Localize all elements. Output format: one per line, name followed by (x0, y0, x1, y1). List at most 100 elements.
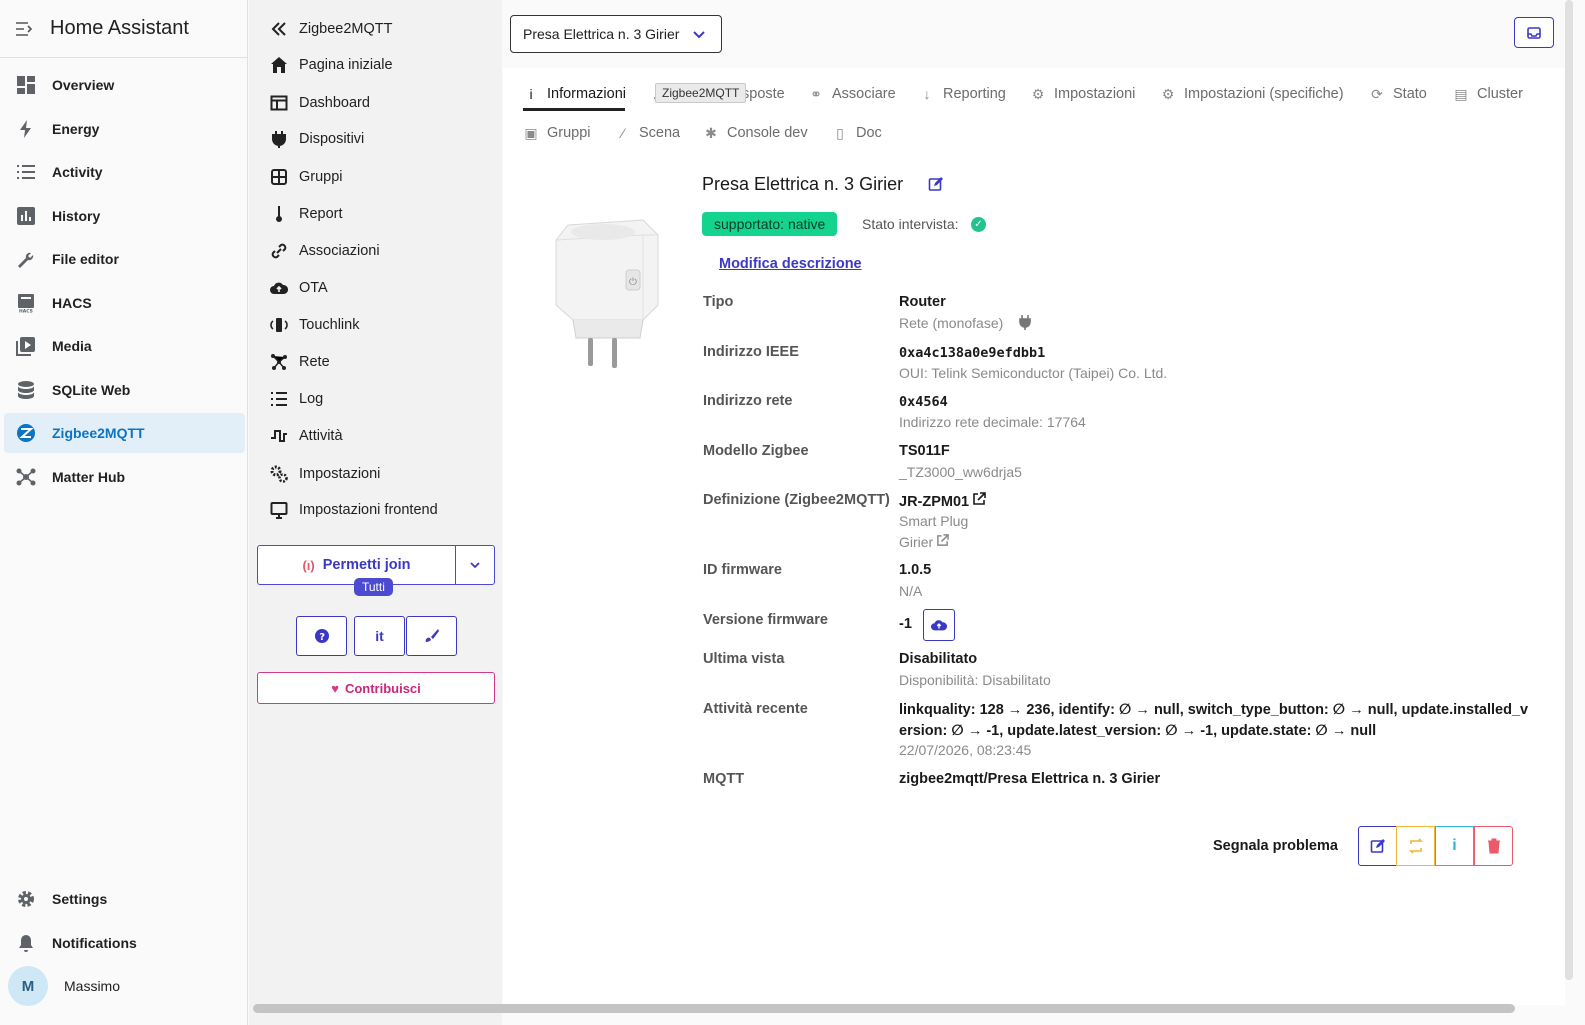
chevron-down-icon (470, 562, 480, 569)
help-button[interactable]: ? (296, 616, 347, 656)
interview-button[interactable]: i (1435, 826, 1474, 866)
z2m-nav-touchlink[interactable]: Touchlink (269, 310, 359, 340)
wrench-icon (14, 247, 38, 271)
tab-clusters[interactable]: ▤ Cluster (1453, 82, 1523, 106)
z2m-nav-label: Gruppi (299, 169, 343, 185)
permit-join-label: Permetti join (322, 557, 411, 573)
file-icon: ▤ (1454, 85, 1468, 102)
device-select[interactable]: Presa Elettrica n. 3 Girier (510, 15, 722, 53)
z2m-nav-settings[interactable]: Impostazioni (269, 459, 380, 489)
chevron-down-icon (693, 31, 705, 39)
sidebar-item-overview[interactable]: Overview (4, 65, 245, 105)
svg-text:?: ? (319, 632, 325, 643)
hacs-icon: HACS (14, 291, 38, 315)
z2m-nav-network[interactable]: Rete (269, 347, 330, 377)
sidebar-item-file-editor[interactable]: File editor (4, 239, 245, 279)
rename-device-button[interactable] (1358, 826, 1397, 866)
edit-name-icon[interactable] (928, 176, 944, 197)
firmware-version-label: Versione firmware (703, 612, 828, 628)
vertical-scrollbar[interactable] (1565, 0, 1573, 980)
z2m-nav-report[interactable]: Report (269, 199, 343, 229)
sidebar-item-energy[interactable]: Energy (4, 109, 245, 149)
z2m-nav-label: Impostazioni frontend (299, 502, 438, 518)
tab-label: Console dev (727, 125, 808, 141)
definition-link[interactable]: JR-ZPM01 (899, 492, 986, 510)
check-update-button[interactable] (923, 609, 955, 641)
contribute-button[interactable]: ♥ Contribuisci (257, 672, 495, 704)
sidebar-item-notifications[interactable]: Notifications (4, 923, 245, 963)
reconfigure-button[interactable] (1396, 826, 1435, 866)
vendor-link[interactable]: Girier (899, 534, 950, 550)
network-icon (269, 352, 289, 372)
tab-docs[interactable]: ▯ Doc (832, 121, 882, 145)
sidebar-item-history[interactable]: History (4, 196, 245, 236)
network-address-value: 0x4564 (899, 394, 948, 410)
panel-toggle-button[interactable] (1514, 17, 1554, 48)
sidebar-item-label: Overview (52, 77, 115, 93)
list-icon (269, 389, 289, 409)
tab-label: Gruppi (547, 125, 591, 141)
recent-activity-label: Attività recente (703, 701, 808, 717)
double-chevron-left-icon (269, 19, 289, 39)
avatar: M (8, 966, 48, 1006)
edit-description-link[interactable]: Modifica descrizione (719, 256, 862, 272)
z2m-nav-log[interactable]: Log (269, 384, 323, 414)
sidebar-item-profile[interactable]: M Massimo (4, 966, 245, 1006)
plug-icon (269, 129, 289, 149)
z2m-nav-frontend-settings[interactable]: Impostazioni frontend (269, 495, 438, 525)
tab-state[interactable]: ⟳ Stato (1369, 82, 1427, 106)
last-seen-label: Ultima vista (703, 651, 785, 667)
sidebar-item-activity[interactable]: Activity (4, 152, 245, 192)
model-value: TS011F (899, 443, 950, 459)
tab-scene[interactable]: ⁄ Scena (615, 121, 680, 145)
remove-device-button[interactable] (1474, 826, 1513, 866)
sidebar-item-label: Settings (52, 891, 108, 907)
menu-collapse-icon[interactable] (14, 19, 34, 39)
z2m-nav-ota[interactable]: OTA (269, 273, 328, 303)
z2m-back-link[interactable]: Zigbee2MQTT (269, 14, 392, 44)
sidebar-item-media[interactable]: Media (4, 326, 245, 366)
definition-sub: Smart Plug (899, 513, 969, 529)
z2m-nav-activity[interactable]: Attività (269, 421, 343, 451)
sidebar-item-zigbee2mqtt[interactable]: Zigbee2MQTT (4, 413, 245, 453)
z2m-nav-devices[interactable]: Dispositivi (269, 124, 364, 154)
tab-label: Cluster (1477, 86, 1523, 102)
language-button[interactable]: it (354, 616, 405, 656)
sidebar-item-hacs[interactable]: HACS HACS (4, 283, 245, 323)
horizontal-scrollbar[interactable] (253, 1004, 1515, 1013)
theme-button[interactable] (406, 616, 457, 656)
image-icon: ▣ (524, 124, 538, 141)
monitor-icon (269, 500, 289, 520)
hub-icon (14, 465, 38, 489)
tab-settings[interactable]: ⚙ Impostazioni (1030, 82, 1136, 106)
tab-settings-specific[interactable]: ⚙ Impostazioni (specifiche) (1160, 82, 1344, 106)
sidebar-item-matter-hub[interactable]: Matter Hub (4, 457, 245, 497)
permit-join-dropdown[interactable] (456, 546, 494, 584)
sidebar-item-label: History (52, 208, 101, 224)
link-icon: ⚭ (810, 85, 822, 102)
sidebar-item-label: HACS (52, 295, 92, 311)
sidebar-item-sqlite-web[interactable]: SQLite Web (4, 370, 245, 410)
z2m-nav: Zigbee2MQTT Pagina iniziale Dashboard Di… (249, 0, 502, 1025)
network-address-sub: Indirizzo rete decimale: 17764 (899, 414, 1086, 430)
z2m-nav-dashboard[interactable]: Dashboard (269, 88, 370, 118)
tab-info[interactable]: i Informazioni (523, 82, 626, 106)
trash-icon (1487, 838, 1500, 854)
tab-groups[interactable]: ▣ Gruppi (523, 121, 591, 145)
z2m-nav-label: OTA (299, 280, 328, 296)
tab-reporting[interactable]: ↓ Reporting (919, 82, 1006, 106)
sidebar-item-settings[interactable]: Settings (4, 879, 245, 919)
heart-icon: ♥ (331, 680, 339, 696)
bell-icon (14, 931, 38, 955)
database-icon (14, 378, 38, 402)
z2m-nav-home[interactable]: Pagina iniziale (269, 50, 393, 80)
z2m-nav-groups[interactable]: Gruppi (269, 162, 343, 192)
z2m-nav-bindings[interactable]: Associazioni (269, 236, 380, 266)
thermometer-icon (269, 204, 289, 224)
tab-bind[interactable]: ⚭ Associare (808, 82, 896, 106)
report-issue-link[interactable]: Segnala problema (1213, 838, 1338, 854)
ha-header: Home Assistant (0, 0, 247, 58)
tab-label: sposte (742, 86, 785, 102)
tab-dev-console[interactable]: ✱ Console dev (703, 121, 808, 145)
definition-value: JR-ZPM01 (899, 494, 970, 510)
